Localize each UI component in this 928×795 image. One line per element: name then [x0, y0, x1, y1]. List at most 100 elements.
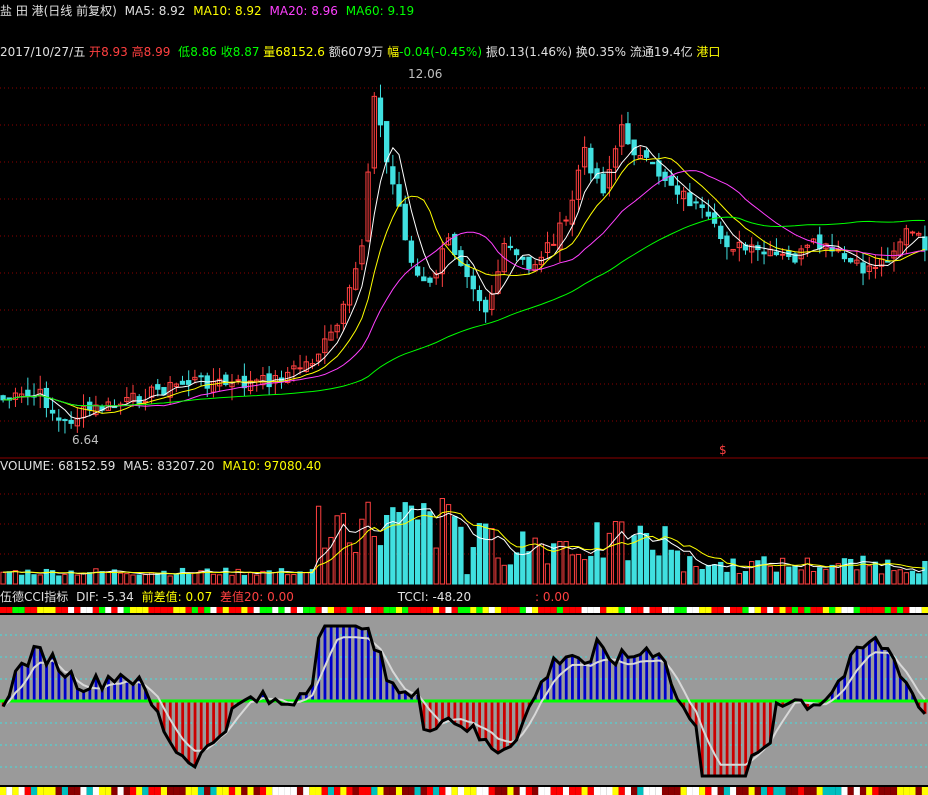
volume-bar [408, 505, 415, 585]
cci-bottom-strip [878, 787, 885, 795]
cci-top-strip [371, 607, 378, 613]
volume-bar [210, 573, 217, 585]
volume-bar [581, 559, 588, 585]
volume-bar [872, 561, 879, 585]
cci-bottom-strip [631, 787, 638, 795]
cci-title[interactable]: 伍德CCI指标 [0, 590, 68, 604]
cci-bar [32, 646, 36, 701]
cci-bar [63, 677, 67, 701]
cci-bottom-strip [278, 787, 285, 795]
candle-body [724, 235, 730, 248]
cci-bar [651, 656, 655, 701]
volume-bar [544, 563, 551, 585]
volume-bar [792, 565, 798, 585]
cci-top-strip [804, 607, 811, 613]
cci-bar [187, 701, 191, 763]
cci-bottom-strip [711, 787, 718, 795]
volume-bar [501, 564, 507, 585]
cci-bottom-strip [154, 787, 161, 795]
cci-top-strip [296, 607, 304, 613]
volume-bar [12, 570, 19, 585]
cci-bottom-strip [37, 787, 44, 795]
cci-top-strip [365, 607, 372, 613]
cci-top-strip [445, 607, 452, 613]
candle-body [699, 204, 705, 209]
candle-body [414, 266, 421, 276]
cci-bottom-strip [760, 787, 768, 795]
cci-bottom-strip [600, 787, 607, 795]
cci-top-strip [98, 607, 106, 613]
volume-bar [482, 523, 489, 585]
candle-body [551, 243, 557, 246]
cci-bottom-strip [841, 787, 848, 795]
cci-bottom-strip [618, 787, 625, 795]
cci-bar [459, 701, 463, 727]
quote-sector[interactable]: 港口 [696, 45, 720, 59]
cci-top-strip [278, 607, 285, 613]
volume-ma10-line [3, 510, 925, 575]
volume-title: VOLUME: 68152.59 [0, 459, 116, 473]
cci-bar [608, 659, 611, 701]
cci-bottom-strip [272, 787, 279, 795]
cci-top-strip [414, 607, 421, 613]
cci-bar [601, 647, 605, 701]
candle-body [136, 396, 142, 404]
volume-bar [779, 557, 786, 585]
volume-ma10: MA10: 97080.40 [222, 459, 322, 473]
candle-body [773, 251, 780, 256]
cci-bar [713, 701, 717, 776]
cci-bottom-strip [668, 787, 675, 795]
cci-top-strip [562, 607, 570, 613]
cci-top-strip [754, 607, 761, 613]
quote-amount: 额6079万 [328, 45, 384, 59]
cci-bottom-strip [742, 787, 749, 795]
volume-bar [662, 526, 668, 585]
cci-bar [329, 626, 333, 701]
cci-bottom-strip [773, 787, 780, 795]
cci-top-strip [841, 607, 848, 613]
cci-bottom-strip [501, 787, 508, 795]
cci-top-strip [575, 607, 582, 613]
cci-top-strip [736, 607, 743, 613]
candle-body [377, 97, 384, 126]
quote-low: 8.86 [190, 45, 217, 59]
cci-bar [855, 647, 859, 701]
volume-bar [513, 552, 520, 585]
candle-body [718, 225, 724, 240]
quote-high: 8.99 [143, 45, 171, 59]
cci-top-strip [284, 607, 291, 613]
candle-body [761, 251, 767, 255]
cci-bottom-strip [420, 787, 427, 795]
volume-bar [823, 568, 829, 585]
volume-bar [767, 565, 773, 585]
cci-chart[interactable] [0, 605, 928, 795]
volume-chart[interactable] [0, 474, 928, 586]
cci-bottom-strip [408, 787, 415, 795]
candle-body [779, 253, 786, 256]
cci-bottom-strip [6, 787, 13, 795]
quote-turnover: 换0.35% [575, 45, 627, 59]
cci-top-strip [884, 607, 891, 613]
cci-bar [750, 701, 754, 756]
candle-body [526, 256, 532, 270]
cci-bar [218, 701, 222, 737]
cci-bottom-strip [68, 787, 75, 795]
candle-body [427, 277, 433, 283]
stock-name[interactable]: 盐 田 港(日线 前复权) [0, 4, 117, 18]
price-chart[interactable] [0, 60, 928, 460]
cci-bottom-strip [439, 787, 446, 795]
cci-bottom-strip [680, 787, 687, 795]
volume-bar [93, 568, 99, 585]
volume-bar [18, 574, 25, 585]
cci-bottom-strip [723, 787, 731, 795]
cci-bar [880, 648, 884, 701]
candle-body [563, 219, 569, 222]
volume-bar [365, 501, 371, 585]
candle-body [0, 395, 6, 401]
volume-bar [612, 521, 619, 585]
volume-bar [909, 570, 916, 585]
cci-top-strip [179, 607, 186, 613]
cci-bottom-strip [519, 787, 526, 795]
cci-bottom-strip [241, 787, 248, 795]
cci-bottom-strip [18, 787, 25, 795]
